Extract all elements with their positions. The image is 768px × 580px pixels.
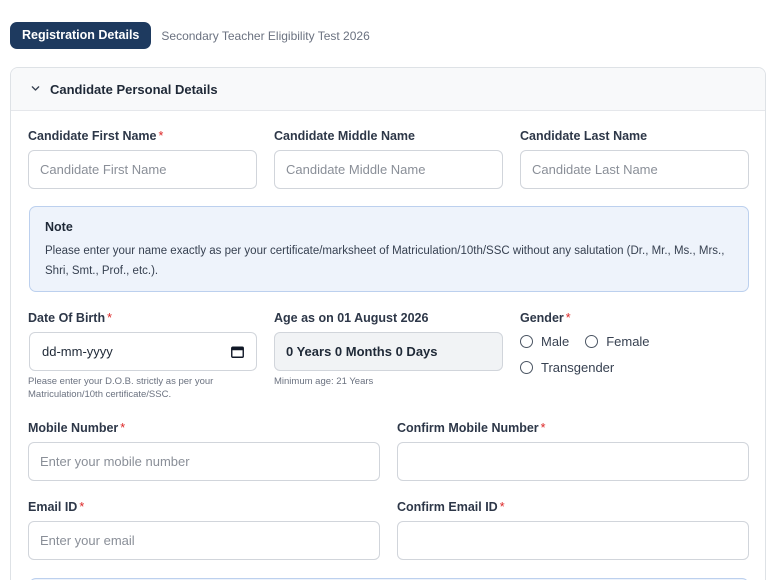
required-marker: *	[565, 311, 571, 325]
middle-name-label: Candidate Middle Name	[274, 129, 415, 143]
confirm-email-input[interactable]	[397, 521, 749, 560]
email-label: Email ID *	[28, 500, 85, 514]
gender-options-row-1: Male Female	[520, 334, 666, 349]
dob-help-text: Please enter your D.O.B. strictly as per…	[28, 376, 214, 400]
mobile-label: Mobile Number *	[28, 421, 126, 435]
required-marker: *	[158, 129, 164, 143]
middle-name-input[interactable]	[274, 150, 503, 189]
gender-label: Gender *	[520, 311, 571, 325]
confirm-mobile-input[interactable]	[397, 442, 749, 481]
note-body: Please enter your name exactly as per yo…	[45, 245, 725, 277]
confirm-email-label: Confirm Email ID *	[397, 500, 505, 514]
registration-details-badge: Registration Details	[10, 22, 152, 49]
age-display: 0 Years 0 Months 0 Days	[274, 332, 503, 371]
exam-subtitle: Secondary Teacher Eligibility Test 2026	[161, 28, 370, 43]
radio-button[interactable]	[520, 361, 533, 374]
gender-female-option[interactable]: Female	[585, 334, 650, 349]
radio-button[interactable]	[520, 335, 533, 348]
confirm-mobile-label: Confirm Mobile Number *	[397, 421, 546, 435]
mobile-input[interactable]	[28, 442, 380, 481]
dob-value: dd-mm-yyyy	[42, 344, 113, 359]
first-name-label: Candidate First Name *	[28, 129, 164, 143]
required-marker: *	[107, 311, 112, 325]
required-marker: *	[79, 500, 85, 514]
required-marker: *	[540, 421, 546, 435]
email-input[interactable]	[28, 521, 380, 560]
gender-male-option[interactable]: Male	[520, 334, 569, 349]
page-header: Registration Details Secondary Teacher E…	[10, 22, 370, 49]
last-name-label: Candidate Last Name	[520, 129, 648, 143]
personal-details-card: Candidate Personal Details Candidate Fir…	[10, 67, 766, 580]
radio-button[interactable]	[585, 335, 599, 348]
gender-options-row-2: Transgender	[520, 360, 630, 375]
chevron-down-icon	[31, 85, 40, 91]
required-marker: *	[499, 500, 505, 514]
age-help-text: Minimum age: 21 Years	[274, 376, 374, 387]
calendar-icon[interactable]	[231, 346, 244, 358]
gender-transgender-option[interactable]: Transgender	[520, 360, 614, 375]
age-label: Age as on 01 August 2026	[274, 311, 429, 325]
section-header[interactable]: Candidate Personal Details	[11, 68, 765, 111]
section-title: Candidate Personal Details	[50, 81, 218, 97]
first-name-input[interactable]	[28, 150, 257, 189]
note-title: Note	[45, 220, 73, 234]
last-name-input[interactable]	[520, 150, 749, 189]
dob-input[interactable]: dd-mm-yyyy	[29, 332, 257, 371]
required-marker: *	[120, 421, 126, 435]
dob-label: Date Of Birth *	[28, 311, 112, 325]
name-note: Note Please enter your name exactly as p…	[29, 206, 749, 292]
